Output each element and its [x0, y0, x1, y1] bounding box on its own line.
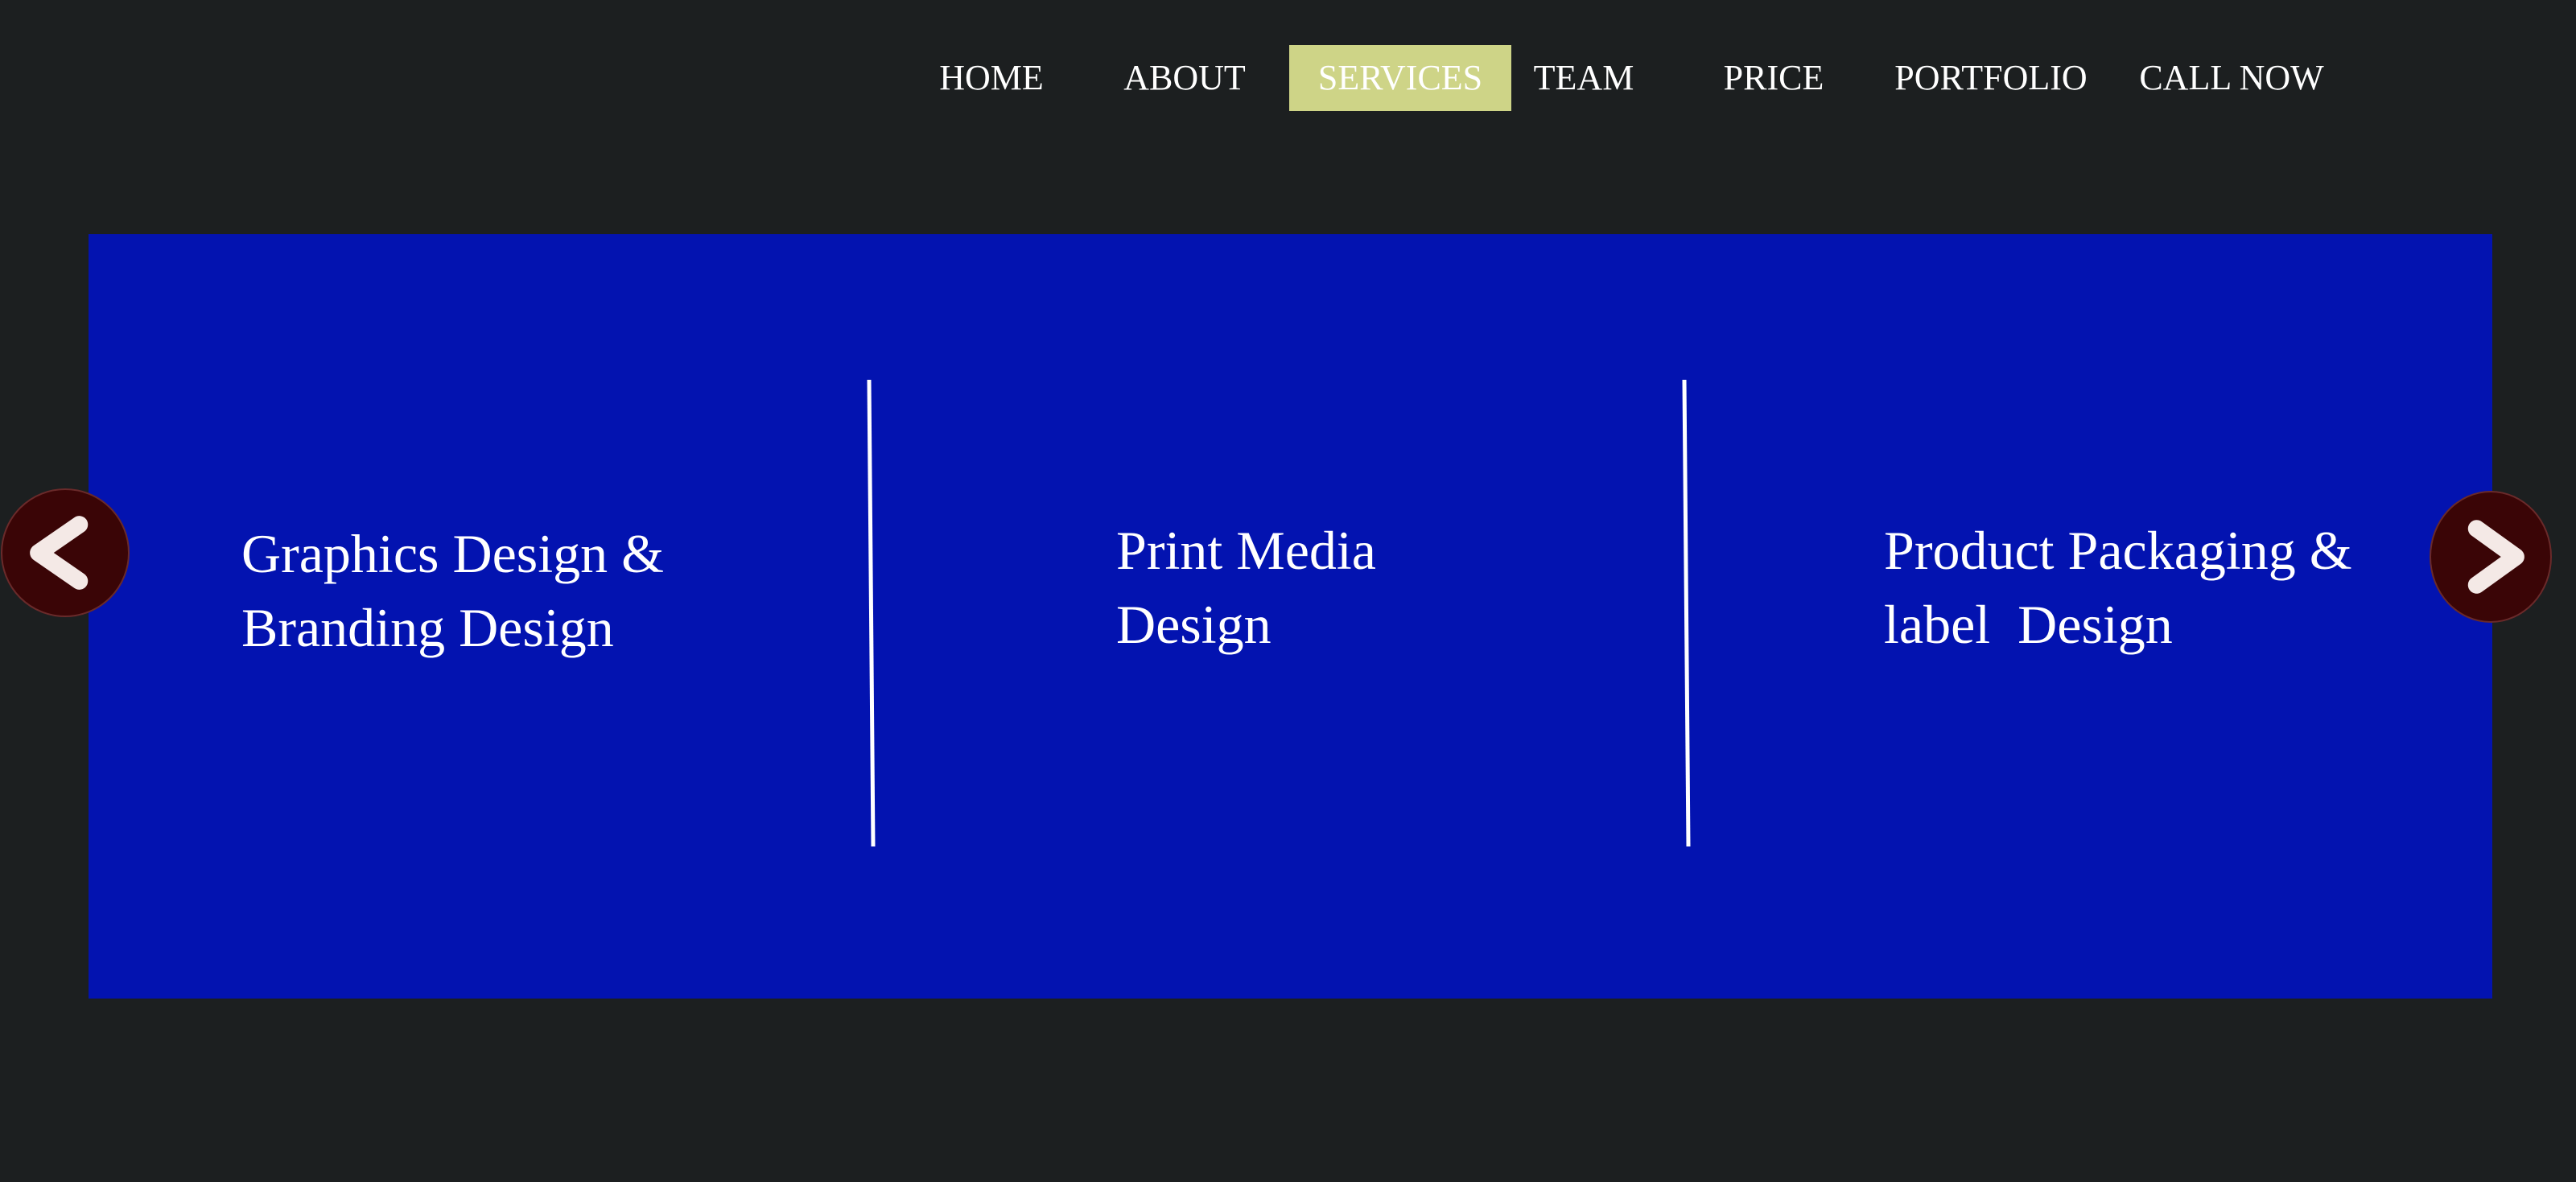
slider-prev-button[interactable]	[1, 488, 130, 617]
nav-item-about[interactable]: ABOUT	[1119, 45, 1251, 111]
service-title-graphics-branding[interactable]: Graphics Design & Branding Design	[241, 517, 756, 665]
nav-item-home[interactable]: HOME	[924, 45, 1059, 111]
service-title-line: Graphics Design &	[241, 523, 665, 584]
nav-item-services[interactable]: SERVICES	[1289, 45, 1511, 111]
service-title-line: Design	[1116, 594, 1272, 655]
service-title-line: Product Packaging &	[1884, 520, 2352, 581]
service-title-line: Branding Design	[241, 597, 614, 658]
nav-item-team[interactable]: TEAM	[1519, 45, 1648, 111]
service-title-print-media[interactable]: Print Media Design	[1116, 513, 1454, 661]
service-title-line: Print Media	[1116, 520, 1376, 581]
page: HOME ABOUT SERVICES TEAM PRICE PORTFOLIO…	[0, 0, 2576, 1182]
service-title-packaging-label[interactable]: Product Packaging & label Design	[1884, 513, 2399, 661]
slider-next-button[interactable]	[2430, 491, 2552, 623]
nav-item-price[interactable]: PRICE	[1713, 45, 1835, 111]
chevron-left-icon	[30, 516, 89, 590]
nav-item-call-now[interactable]: CALL NOW	[2134, 45, 2329, 111]
chevron-right-icon	[2467, 520, 2524, 594]
service-title-line: label Design	[1884, 594, 2173, 655]
nav-item-portfolio[interactable]: PORTFOLIO	[1888, 45, 2094, 111]
